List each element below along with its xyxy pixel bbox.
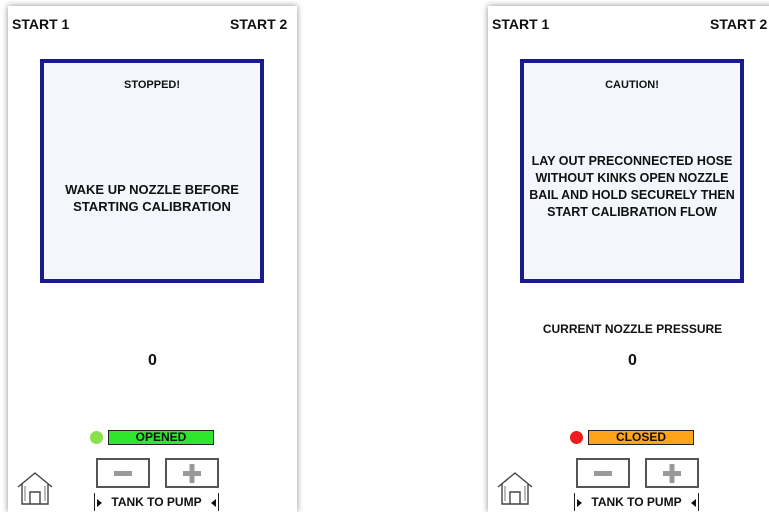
left-arrow-icon bbox=[211, 499, 216, 507]
tank-to-pump-text: TANK TO PUMP bbox=[591, 495, 682, 509]
home-icon[interactable] bbox=[16, 470, 54, 506]
pressure-value: 0 bbox=[628, 352, 637, 369]
decrease-button[interactable] bbox=[576, 458, 630, 488]
plus-icon bbox=[663, 464, 681, 483]
tank-to-pump-label[interactable]: TANK TO PUMP bbox=[94, 493, 219, 511]
pressure-label: CURRENT NOZZLE PRESSURE bbox=[542, 322, 723, 336]
right-arrow-icon bbox=[577, 499, 582, 507]
start-1-button[interactable]: START 1 bbox=[492, 16, 549, 32]
right-arrow-icon bbox=[97, 499, 102, 507]
message-box: CAUTION! LAY OUT PRECONNECTED HOSE WITHO… bbox=[520, 59, 744, 283]
left-arrow-icon bbox=[691, 499, 696, 507]
status-indicator-dot bbox=[90, 431, 103, 444]
left-screen-panel: START 1 START 2 STOPPED! WAKE UP NOZZLE … bbox=[8, 6, 297, 512]
start-1-button[interactable]: START 1 bbox=[12, 16, 69, 32]
increase-button[interactable] bbox=[165, 458, 219, 488]
start-2-button[interactable]: START 2 bbox=[710, 16, 767, 32]
message-body: LAY OUT PRECONNECTED HOSE WITHOUT KINKS … bbox=[529, 154, 735, 219]
message-body: WAKE UP NOZZLE BEFORE STARTING CALIBRATI… bbox=[65, 182, 239, 214]
start-2-button[interactable]: START 2 bbox=[230, 16, 287, 32]
pressure-value: 0 bbox=[148, 352, 157, 369]
tank-to-pump-label[interactable]: TANK TO PUMP bbox=[574, 493, 699, 511]
message-title: CAUTION! bbox=[605, 79, 659, 91]
right-screen-panel: START 1 START 2 CAUTION! LAY OUT PRECONN… bbox=[488, 6, 769, 512]
plus-icon bbox=[183, 464, 201, 483]
minus-icon bbox=[594, 471, 612, 476]
status-badge: CLOSED bbox=[588, 430, 694, 445]
status-badge: OPENED bbox=[108, 430, 214, 445]
message-title: STOPPED! bbox=[123, 79, 181, 91]
decrease-button[interactable] bbox=[96, 458, 150, 488]
home-icon[interactable] bbox=[496, 470, 534, 506]
increase-button[interactable] bbox=[645, 458, 699, 488]
status-indicator-dot bbox=[570, 431, 583, 444]
tank-to-pump-text: TANK TO PUMP bbox=[111, 495, 202, 509]
message-box: STOPPED! WAKE UP NOZZLE BEFORE STARTING … bbox=[40, 59, 264, 283]
minus-icon bbox=[114, 471, 132, 476]
